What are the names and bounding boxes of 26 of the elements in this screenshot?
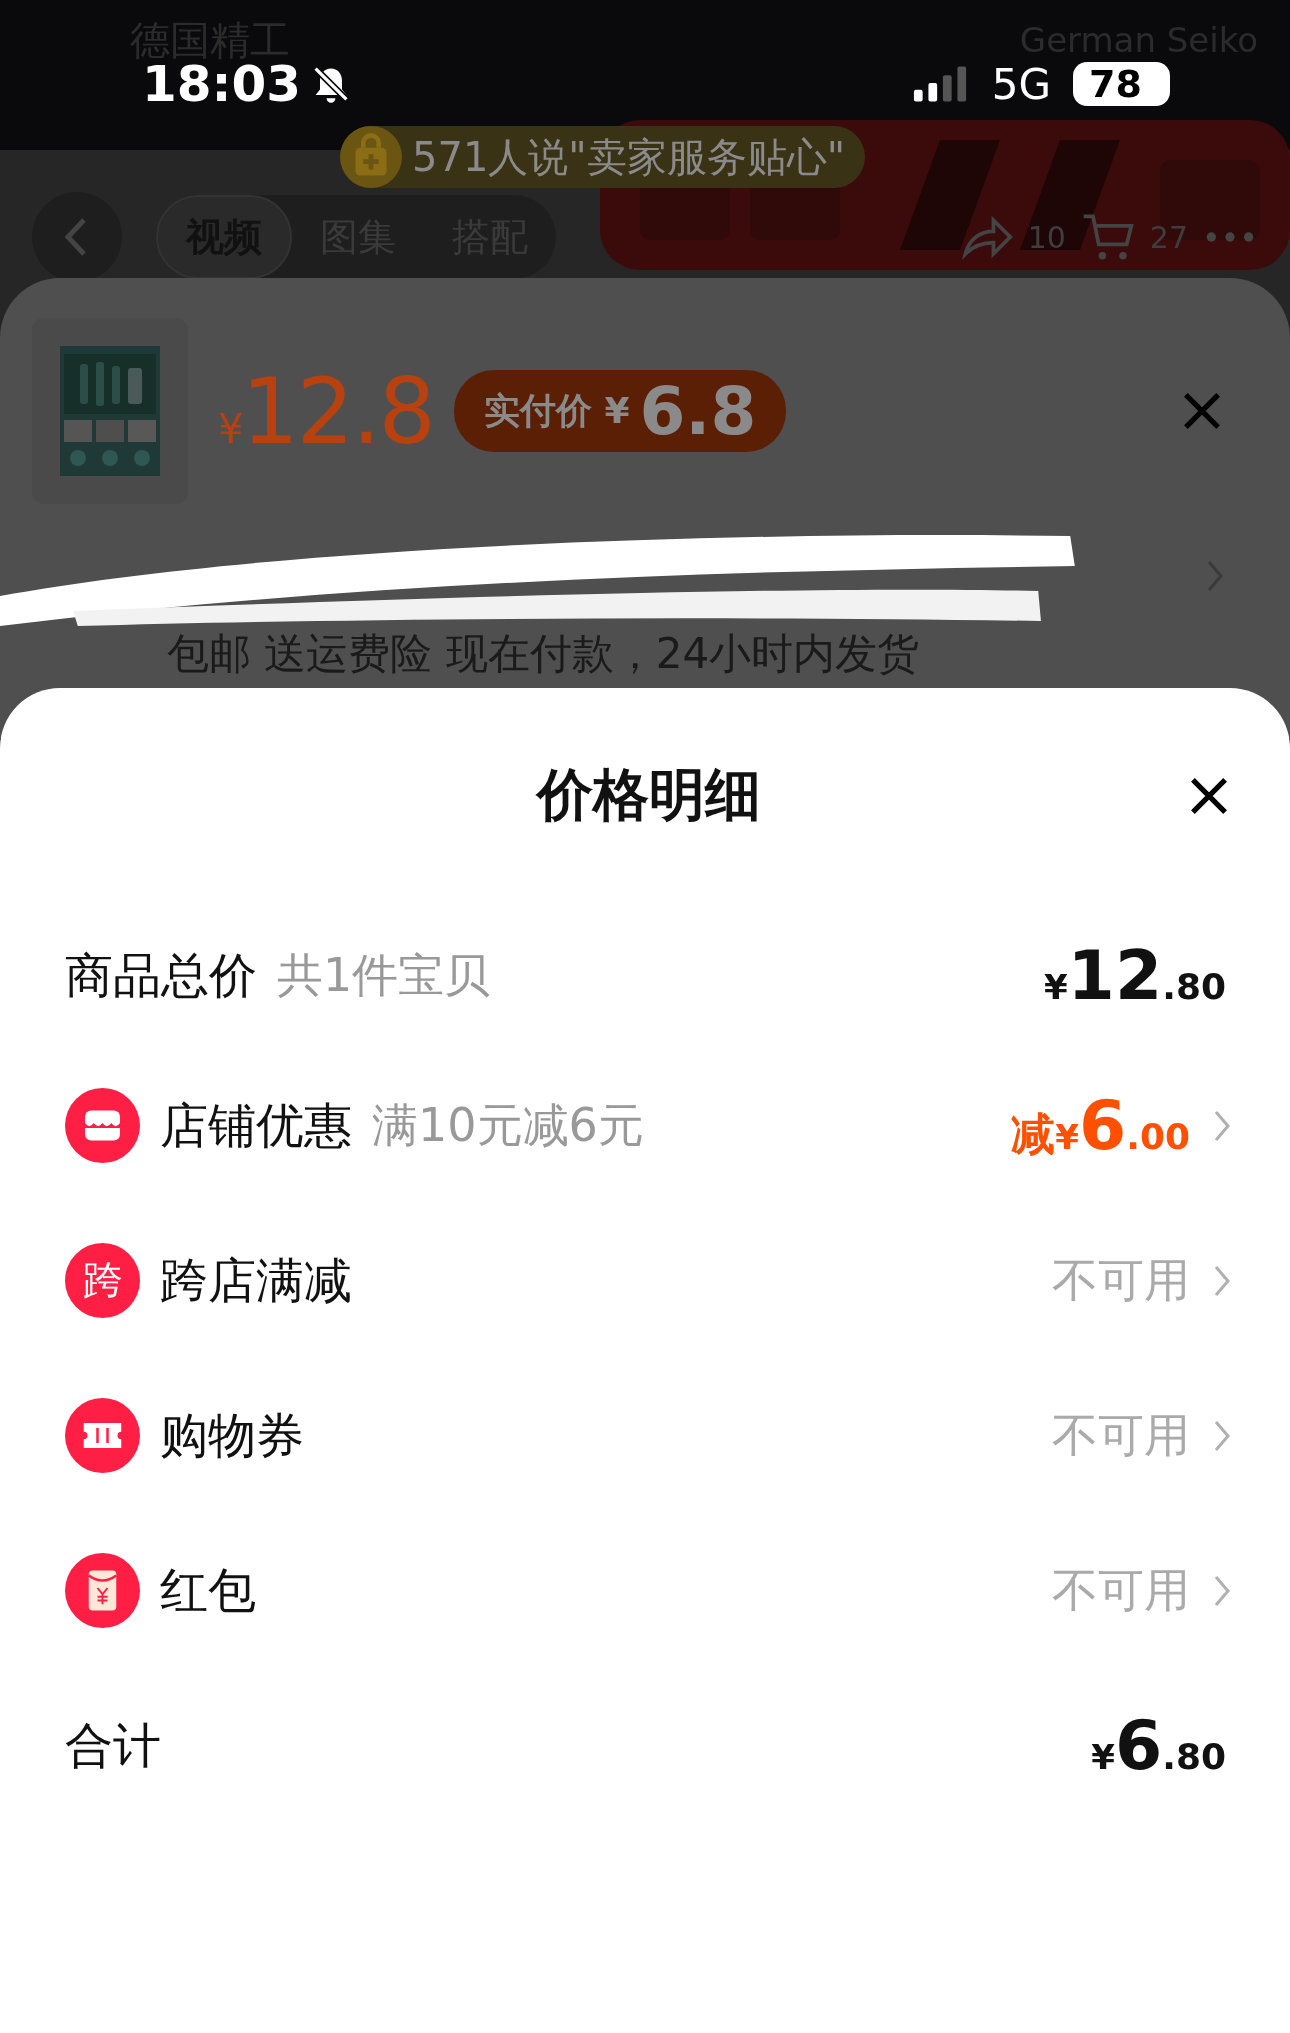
row-label: 跨店满减 (160, 1250, 352, 1310)
cross-store-icon: 跨 (65, 1243, 140, 1318)
row-label: 商品总价 (65, 945, 257, 1005)
row-label: 购物券 (160, 1405, 304, 1465)
unavailable-status[interactable]: 不可用 (1052, 1559, 1190, 1622)
row-label: 合计 (65, 1715, 161, 1775)
network-label: 5G (991, 59, 1052, 109)
battery-indicator: 78 (1073, 62, 1170, 106)
sheet-title: 价格明细 (536, 760, 761, 829)
product-price: ¥12.8 (218, 358, 434, 464)
share-count: 10 (1027, 219, 1066, 255)
bag-icon (340, 126, 402, 188)
row-label: 店铺优惠 (160, 1095, 352, 1155)
envelope-icon (65, 1553, 140, 1628)
amount: 减¥6.00 (1011, 1086, 1190, 1165)
status-time: 18:03 (142, 55, 302, 113)
store-icon (65, 1088, 140, 1163)
amount: ¥6.80 (1091, 1706, 1226, 1785)
row-note: 满10元减6元 (372, 1096, 644, 1154)
unavailable-status[interactable]: 不可用 (1052, 1404, 1190, 1467)
service-badge: 571人说"卖家服务贴心" (340, 126, 866, 188)
amount: ¥12.80 (1043, 936, 1226, 1015)
unavailable-status[interactable]: 不可用 (1052, 1249, 1190, 1312)
ticket-icon (65, 1398, 140, 1473)
row-note: 共1件宝贝 (277, 946, 491, 1004)
row-label: 红包 (160, 1560, 256, 1620)
